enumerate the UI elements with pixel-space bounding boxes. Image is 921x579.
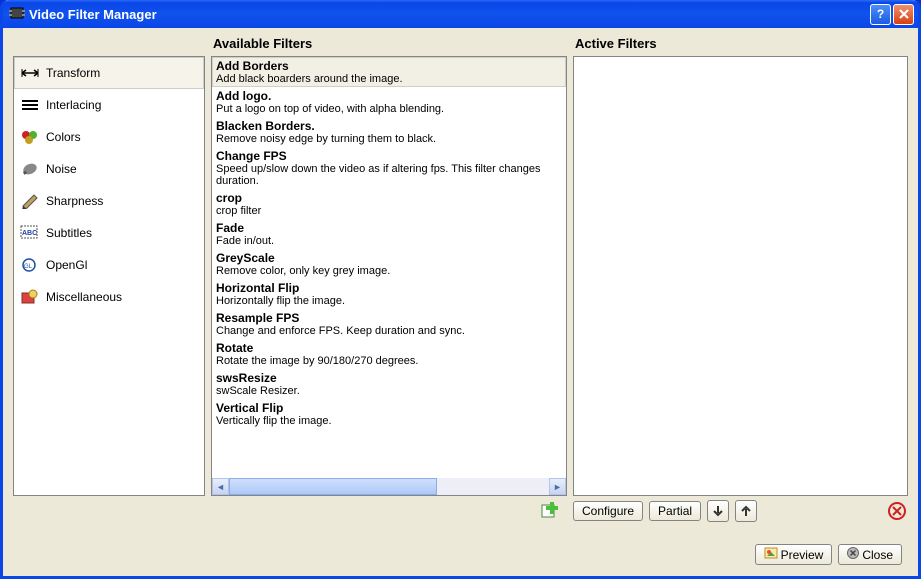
filter-description: Add black boarders around the image. — [216, 73, 562, 85]
filter-name: Horizontal Flip — [216, 281, 562, 295]
filter-description: Remove color, only key grey image. — [216, 265, 562, 277]
filter-item[interactable]: Horizontal FlipHorizontally flip the ima… — [212, 279, 566, 309]
content-area: Transform Interlacing Colors Noise Sharpness… — [3, 28, 918, 576]
filter-item[interactable]: Add BordersAdd black boarders around the… — [212, 57, 566, 87]
filter-item[interactable]: Blacken Borders.Remove noisy edge by tur… — [212, 117, 566, 147]
filter-name: Fade — [216, 221, 562, 235]
filter-description: swScale Resizer. — [216, 385, 562, 397]
sidebar-item-miscellaneous[interactable]: Miscellaneous — [14, 281, 204, 313]
sidebar-item-label: Sharpness — [46, 194, 103, 208]
category-list[interactable]: Transform Interlacing Colors Noise Sharpness… — [13, 56, 205, 496]
filter-name: Blacken Borders. — [216, 119, 562, 133]
filter-name: Resample FPS — [216, 311, 562, 325]
noise-icon — [20, 160, 40, 178]
sidebar-item-label: Transform — [46, 66, 100, 80]
filter-item[interactable]: Resample FPSChange and enforce FPS. Keep… — [212, 309, 566, 339]
available-heading: Available Filters — [211, 36, 567, 56]
filter-item[interactable]: Add logo.Put a logo on top of video, wit… — [212, 87, 566, 117]
help-button[interactable]: ? — [870, 4, 891, 25]
sidebar-item-transform[interactable]: Transform — [14, 57, 204, 89]
svg-text:GL: GL — [24, 264, 33, 270]
filter-item[interactable]: RotateRotate the image by 90/180/270 deg… — [212, 339, 566, 369]
titlebar: Video Filter Manager ? — [3, 0, 918, 28]
svg-text:ABC: ABC — [22, 230, 37, 237]
move-down-button[interactable] — [707, 500, 729, 522]
filter-name: Vertical Flip — [216, 401, 562, 415]
lines-icon — [20, 96, 40, 114]
filter-description: Rotate the image by 90/180/270 degrees. — [216, 355, 562, 367]
filter-description: Fade in/out. — [216, 235, 562, 247]
scroll-thumb[interactable] — [229, 478, 437, 495]
add-filter-button[interactable] — [539, 500, 561, 522]
filter-description: crop filter — [216, 205, 562, 217]
scroll-right-button[interactable]: ► — [549, 478, 566, 495]
window: Video Filter Manager ? Transform Interlac… — [0, 0, 921, 579]
sidebar-item-label: OpenGl — [46, 258, 87, 272]
move-up-button[interactable] — [735, 500, 757, 522]
filter-item[interactable]: GreyScaleRemove color, only key grey ima… — [212, 249, 566, 279]
preview-icon — [764, 547, 778, 562]
filter-name: GreyScale — [216, 251, 562, 265]
filter-name: Rotate — [216, 341, 562, 355]
sidebar-item-label: Interlacing — [46, 98, 101, 112]
pencil-icon — [20, 192, 40, 210]
filter-name: Add logo. — [216, 89, 562, 103]
filter-name: Change FPS — [216, 149, 562, 163]
filter-description: Speed up/slow down the video as if alter… — [216, 163, 562, 187]
scroll-track[interactable] — [229, 478, 549, 495]
sidebar-item-interlacing[interactable]: Interlacing — [14, 89, 204, 121]
active-heading: Active Filters — [573, 36, 908, 56]
close-button[interactable]: Close — [838, 544, 902, 565]
filter-description: Put a logo on top of video, with alpha b… — [216, 103, 562, 115]
sidebar-item-colors[interactable]: Colors — [14, 121, 204, 153]
misc-icon — [20, 288, 40, 306]
horizontal-scrollbar[interactable]: ◄ ► — [212, 478, 566, 495]
palette-icon — [20, 128, 40, 146]
filter-description: Remove noisy edge by turning them to bla… — [216, 133, 562, 145]
filter-item[interactable]: Change FPSSpeed up/slow down the video a… — [212, 147, 566, 189]
sidebar-item-label: Miscellaneous — [46, 290, 122, 304]
arrows-h-icon — [20, 64, 40, 82]
close-icon — [847, 547, 859, 562]
window-title: Video Filter Manager — [29, 7, 870, 22]
filter-name: crop — [216, 191, 562, 205]
filter-description: Vertically flip the image. — [216, 415, 562, 427]
active-filters-list[interactable] — [573, 56, 908, 496]
sidebar-item-label: Subtitles — [46, 226, 92, 240]
filter-name: Add Borders — [216, 59, 562, 73]
sidebar-item-label: Noise — [46, 162, 77, 176]
opengl-icon: GL — [20, 256, 40, 274]
available-filters-list[interactable]: Add BordersAdd black boarders around the… — [211, 56, 567, 496]
filter-item[interactable]: cropcrop filter — [212, 189, 566, 219]
filter-item[interactable]: Vertical FlipVertically flip the image. — [212, 399, 566, 429]
sidebar-item-sharpness[interactable]: Sharpness — [14, 185, 204, 217]
sidebar-item-subtitles[interactable]: ABC Subtitles — [14, 217, 204, 249]
partial-button[interactable]: Partial — [649, 501, 701, 521]
filter-description: Horizontally flip the image. — [216, 295, 562, 307]
scroll-left-button[interactable]: ◄ — [212, 478, 229, 495]
filter-item[interactable]: swsResizeswScale Resizer. — [212, 369, 566, 399]
configure-button[interactable]: Configure — [573, 501, 643, 521]
filter-name: swsResize — [216, 371, 562, 385]
sidebar-item-noise[interactable]: Noise — [14, 153, 204, 185]
app-icon — [9, 6, 25, 22]
sidebar-item-label: Colors — [46, 130, 81, 144]
remove-filter-button[interactable] — [886, 500, 908, 522]
close-window-button[interactable] — [893, 4, 914, 25]
filter-description: Change and enforce FPS. Keep duration an… — [216, 325, 562, 337]
preview-button[interactable]: Preview — [755, 544, 833, 565]
sidebar-item-opengl[interactable]: GL OpenGl — [14, 249, 204, 281]
categories-heading — [13, 36, 205, 56]
abc-icon: ABC — [20, 224, 40, 242]
filter-item[interactable]: FadeFade in/out. — [212, 219, 566, 249]
